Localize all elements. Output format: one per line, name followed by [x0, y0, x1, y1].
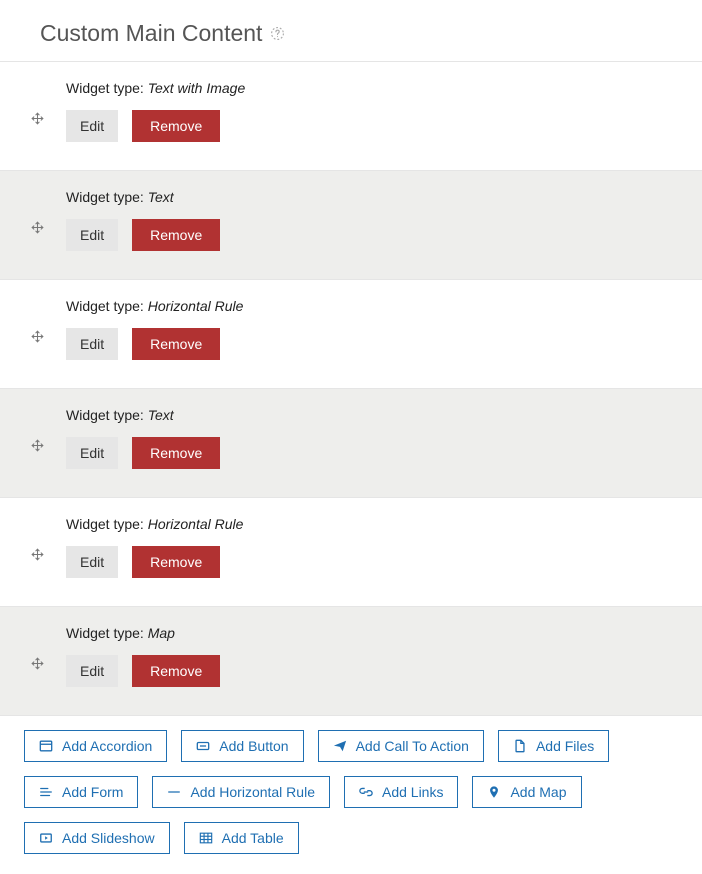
drag-handle[interactable] — [8, 625, 66, 670]
remove-button[interactable]: Remove — [132, 110, 220, 142]
add-button-label: Add Slideshow — [62, 831, 155, 845]
edit-button[interactable]: Edit — [66, 437, 118, 469]
edit-button[interactable]: Edit — [66, 546, 118, 578]
widget-type-line: Widget type: Map — [66, 625, 688, 641]
button-icon — [196, 739, 210, 753]
widget-list: Widget type: Text with Image Edit Remove W… — [0, 61, 702, 716]
remove-button[interactable]: Remove — [132, 328, 220, 360]
widget-type-value: Horizontal Rule — [148, 298, 244, 314]
widget-type-value: Map — [148, 625, 175, 641]
drag-handle[interactable] — [8, 516, 66, 561]
widget-row: Widget type: Text Edit Remove — [0, 388, 702, 497]
widget-type-value: Text — [148, 189, 174, 205]
add-files-button[interactable]: Add Files — [498, 730, 609, 762]
widget-row: Widget type: Text with Image Edit Remove — [0, 62, 702, 170]
widget-type-value: Text — [148, 407, 174, 423]
drag-handle[interactable] — [8, 298, 66, 343]
link-icon — [359, 785, 373, 799]
pin-icon — [487, 785, 501, 799]
add-map-button[interactable]: Add Map — [472, 776, 581, 808]
edit-button[interactable]: Edit — [66, 219, 118, 251]
edit-button[interactable]: Edit — [66, 110, 118, 142]
drag-handle[interactable] — [8, 407, 66, 452]
add-accordion-button[interactable]: Add Accordion — [24, 730, 167, 762]
add-call-to-action-button[interactable]: Add Call To Action — [318, 730, 484, 762]
add-horizontal-rule-button[interactable]: Add Horizontal Rule — [152, 776, 330, 808]
add-widget-bar: Add Accordion Add Button Add Call To Actio… — [0, 716, 702, 854]
widget-row: Widget type: Horizontal Rule Edit Remove — [0, 279, 702, 388]
widget-type-line: Widget type: Horizontal Rule — [66, 298, 688, 314]
add-slideshow-button[interactable]: Add Slideshow — [24, 822, 170, 854]
drag-handle[interactable] — [8, 189, 66, 234]
page-title: Custom Main Content — [40, 20, 262, 47]
move-icon — [31, 439, 44, 452]
add-links-button[interactable]: Add Links — [344, 776, 458, 808]
move-icon — [31, 221, 44, 234]
add-button-label: Add Table — [222, 831, 284, 845]
layout-icon — [39, 739, 53, 753]
drag-handle[interactable] — [8, 80, 66, 125]
form-icon — [39, 785, 53, 799]
help-icon[interactable] — [270, 26, 285, 41]
add-button-label: Add Form — [62, 785, 123, 799]
move-icon — [31, 548, 44, 561]
widget-row: Widget type: Map Edit Remove — [0, 606, 702, 715]
remove-button[interactable]: Remove — [132, 219, 220, 251]
add-button-label: Add Button — [219, 739, 288, 753]
remove-button[interactable]: Remove — [132, 655, 220, 687]
add-button-label: Add Horizontal Rule — [190, 785, 315, 799]
edit-button[interactable]: Edit — [66, 655, 118, 687]
add-button-label: Add Call To Action — [356, 739, 469, 753]
widget-type-line: Widget type: Horizontal Rule — [66, 516, 688, 532]
send-icon — [333, 739, 347, 753]
add-button-label: Add Accordion — [62, 739, 152, 753]
add-button-label: Add Map — [510, 785, 566, 799]
slideshow-icon — [39, 831, 53, 845]
widget-type-label: Widget type: — [66, 407, 148, 423]
widget-type-label: Widget type: — [66, 298, 148, 314]
remove-button[interactable]: Remove — [132, 546, 220, 578]
add-button-button[interactable]: Add Button — [181, 730, 303, 762]
widget-type-value: Text with Image — [148, 80, 246, 96]
widget-type-value: Horizontal Rule — [148, 516, 244, 532]
widget-row: Widget type: Text Edit Remove — [0, 170, 702, 279]
widget-type-line: Widget type: Text — [66, 407, 688, 423]
hr-icon — [167, 785, 181, 799]
add-form-button[interactable]: Add Form — [24, 776, 138, 808]
remove-button[interactable]: Remove — [132, 437, 220, 469]
widget-type-line: Widget type: Text — [66, 189, 688, 205]
widget-type-label: Widget type: — [66, 516, 148, 532]
add-button-label: Add Files — [536, 739, 594, 753]
widget-type-line: Widget type: Text with Image — [66, 80, 688, 96]
widget-type-label: Widget type: — [66, 189, 148, 205]
file-icon — [513, 739, 527, 753]
widget-type-label: Widget type: — [66, 625, 148, 641]
widget-type-label: Widget type: — [66, 80, 148, 96]
move-icon — [31, 330, 44, 343]
move-icon — [31, 657, 44, 670]
move-icon — [31, 112, 44, 125]
add-table-button[interactable]: Add Table — [184, 822, 299, 854]
add-button-label: Add Links — [382, 785, 443, 799]
widget-row: Widget type: Horizontal Rule Edit Remove — [0, 497, 702, 606]
table-icon — [199, 831, 213, 845]
edit-button[interactable]: Edit — [66, 328, 118, 360]
